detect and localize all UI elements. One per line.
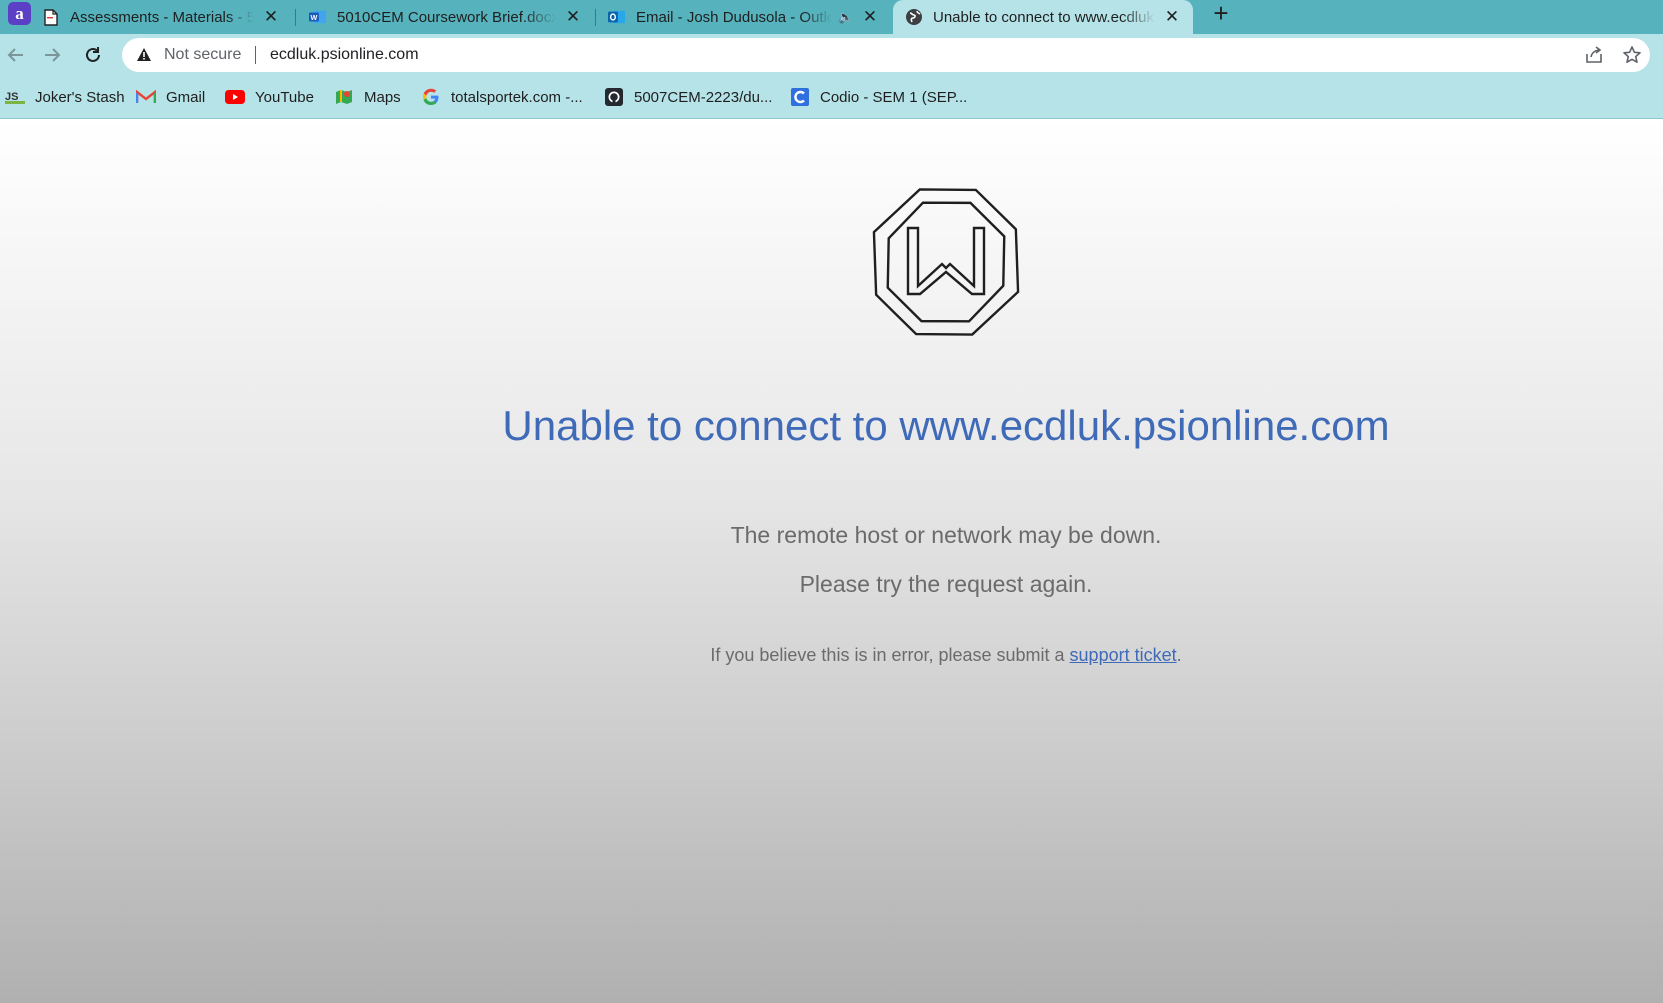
word-icon: W: [309, 8, 327, 26]
bookmark-totalsportek[interactable]: totalsportek.com -...: [421, 87, 583, 107]
github-icon: [604, 88, 624, 106]
close-icon[interactable]: ✕: [564, 8, 582, 26]
address-bar[interactable]: Not secure ecdluk.psionline.com: [122, 38, 1650, 72]
youtube-icon: [225, 88, 245, 106]
close-icon[interactable]: ✕: [262, 8, 280, 26]
new-tab-button[interactable]: +: [1207, 0, 1235, 28]
url-text[interactable]: ecdluk.psionline.com: [270, 46, 419, 64]
bookmark-label: 5007CEM-2223/du...: [634, 88, 773, 106]
maps-icon: [334, 88, 354, 106]
bookmark-github[interactable]: 5007CEM-2223/du...: [604, 87, 772, 107]
globe-icon: [905, 8, 923, 26]
gmail-icon: [136, 88, 156, 106]
arrow-left-icon: [7, 48, 23, 62]
support-ticket-link[interactable]: support ticket: [1070, 645, 1177, 665]
js-icon: JS: [5, 88, 25, 106]
tab-unable-to-connect[interactable]: Unable to connect to www.ecdluk.psionlin…: [893, 0, 1193, 34]
bookmark-star-icon: [1623, 46, 1641, 63]
bookmark-gmail[interactable]: Gmail: [136, 87, 205, 107]
speaker-muted-icon[interactable]: 🔈: [838, 10, 853, 24]
bookmark-label: totalsportek.com -...: [451, 88, 583, 106]
bookmarks-bar: JS Joker's Stash Gmail YouTube Maps tota…: [0, 76, 1663, 119]
ticket-suffix: .: [1176, 645, 1182, 665]
error-message-line1: The remote host or network may be down.: [730, 522, 1162, 548]
tab-title: 5010CEM Coursework Brief.docx: [337, 8, 556, 26]
tab-title: Unable to connect to www.ecdluk.psionlin…: [933, 8, 1155, 26]
support-ticket-text: If you believe this is in error, please …: [0, 645, 1663, 666]
tab-outlook-email[interactable]: Email - Josh Dudusola - Outlook 🔈 ✕: [596, 0, 891, 34]
bookmark-label: Maps: [364, 88, 401, 106]
forward-button[interactable]: [38, 40, 68, 70]
google-icon: [421, 88, 441, 106]
bookmark-maps[interactable]: Maps: [334, 87, 401, 107]
share-icon: [1586, 46, 1602, 63]
address-divider: [255, 46, 256, 64]
tab-divider: [295, 9, 296, 26]
w-octagon-logo: [872, 188, 1020, 336]
bookmark-jokers-stash[interactable]: JS Joker's Stash: [5, 87, 125, 107]
arrow-right-icon: [45, 48, 61, 62]
bookmark-youtube[interactable]: YouTube: [225, 87, 314, 107]
tab-coursework-brief[interactable]: W 5010CEM Coursework Brief.docx ✕: [297, 0, 594, 34]
bookmark-label: Joker's Stash: [35, 88, 125, 106]
tab-title: Email - Josh Dudusola - Outlook: [636, 8, 833, 26]
document-icon: [42, 8, 60, 26]
bookmark-label: Gmail: [166, 88, 206, 106]
bookmark-codio[interactable]: Codio - SEM 1 (SEP...: [790, 87, 967, 107]
ticket-prefix: If you believe this is in error, please …: [710, 645, 1070, 665]
error-page: Unable to connect to www.ecdluk.psionlin…: [0, 120, 1663, 1003]
close-icon[interactable]: ✕: [1163, 8, 1181, 26]
app-logo-icon[interactable]: a: [8, 2, 31, 25]
browser-toolbar: Not secure ecdluk.psionline.com: [0, 34, 1663, 76]
tab-title: Assessments - Materials - 5010CEM: [70, 8, 254, 26]
svg-text:W: W: [311, 13, 318, 22]
security-status-label[interactable]: Not secure: [164, 46, 241, 64]
reload-icon: [86, 47, 100, 62]
bookmark-label: Codio - SEM 1 (SEP...: [820, 88, 968, 106]
error-message-line2: Please try the request again.: [799, 571, 1093, 597]
tab-strip: a Assessments - Materials - 5010CEM ✕ W …: [0, 0, 1663, 34]
error-headline: Unable to connect to www.ecdluk.psionlin…: [502, 402, 1390, 449]
close-icon[interactable]: ✕: [861, 8, 879, 26]
reload-button[interactable]: [78, 40, 108, 70]
warning-icon: [137, 48, 151, 61]
bookmark-label: YouTube: [255, 88, 314, 106]
outlook-icon: [608, 8, 626, 26]
tab-assessments[interactable]: Assessments - Materials - 5010CEM ✕: [30, 0, 292, 34]
back-button[interactable]: [0, 40, 30, 70]
codio-icon: [790, 88, 810, 106]
